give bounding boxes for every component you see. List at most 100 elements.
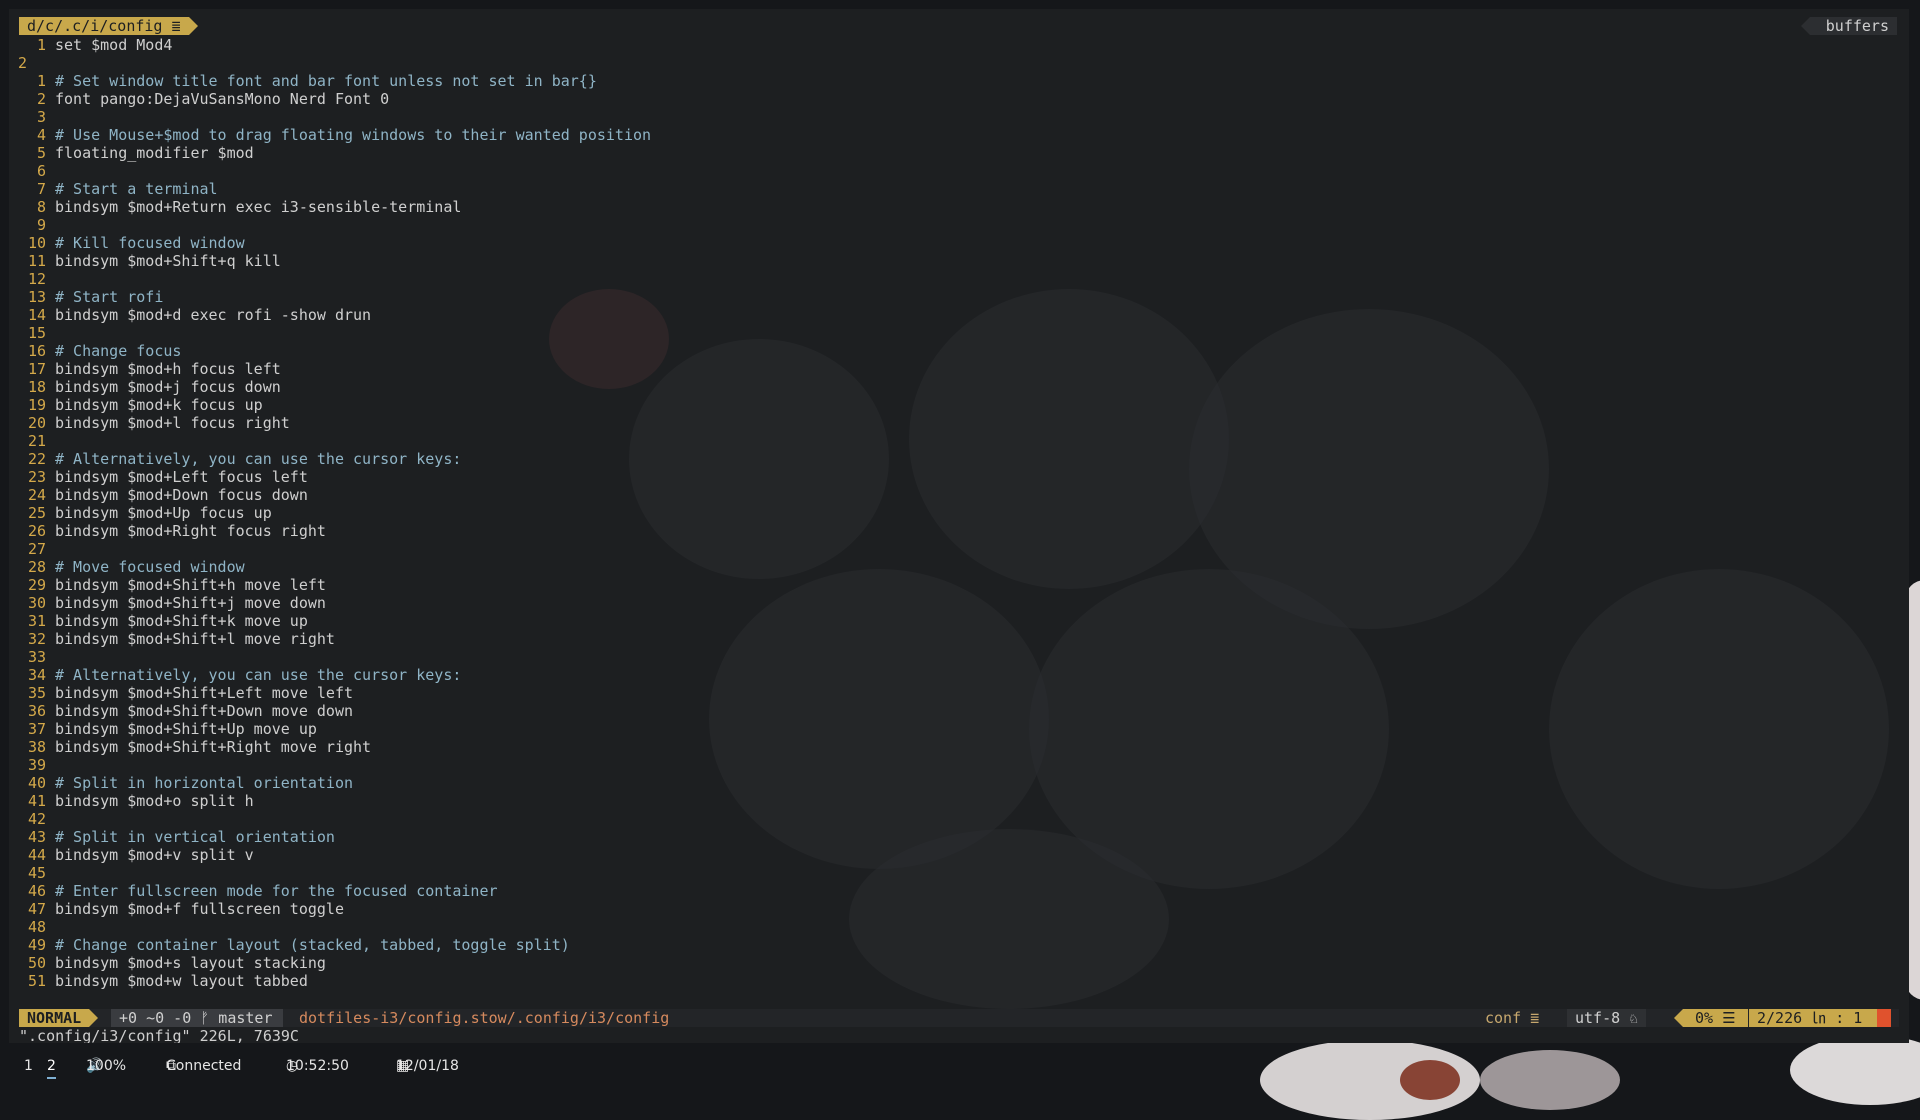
line-number: 8 — [36, 198, 46, 216]
code-text: bindsym $mod+Left focus left — [55, 468, 308, 486]
code-line[interactable]: 6 — [9, 162, 1909, 180]
code-line[interactable]: 18 bindsym $mod+j focus down — [9, 378, 1909, 396]
code-line[interactable]: 51 bindsym $mod+w layout tabbed — [9, 972, 1909, 990]
code-line[interactable]: 27 — [9, 540, 1909, 558]
line-number: 3 — [36, 108, 46, 126]
line-number: 45 — [27, 864, 46, 882]
code-text: bindsym $mod+v split v — [55, 846, 254, 864]
code-line[interactable]: 17 bindsym $mod+h focus left — [9, 360, 1909, 378]
line-number: 5 — [36, 144, 46, 162]
line-number: 36 — [27, 702, 46, 720]
tabline: d/c/.c/i/config ≣ buffers — [9, 17, 1909, 35]
code-line[interactable]: 48 — [9, 918, 1909, 936]
code-line[interactable]: 14 bindsym $mod+d exec rofi -show drun — [9, 306, 1909, 324]
comment-text: # Start rofi — [55, 288, 164, 306]
line-number: 34 — [27, 666, 46, 684]
time-value: 10:52:50 — [286, 1058, 349, 1074]
code-line[interactable]: 16 # Change focus — [9, 342, 1909, 360]
code-line[interactable]: 44 bindsym $mod+v split v — [9, 846, 1909, 864]
code-line[interactable]: 49 # Change container layout (stacked, ta… — [9, 936, 1909, 954]
code-line[interactable]: 39 — [9, 756, 1909, 774]
code-line[interactable]: 1 set $mod Mod4 — [9, 36, 1909, 54]
code-line[interactable]: 31 bindsym $mod+Shift+k move up — [9, 612, 1909, 630]
line-number: 18 — [27, 378, 46, 396]
workspace-1[interactable]: 1 — [24, 1055, 33, 1077]
terminal-window[interactable]: d/c/.c/i/config ≣ buffers 1 set $mod Mod4… — [9, 9, 1909, 1043]
code-line[interactable]: 9 — [9, 216, 1909, 234]
encoding: utf-8 ♘ — [1567, 1009, 1647, 1027]
code-line[interactable]: 36 bindsym $mod+Shift+Down move down — [9, 702, 1909, 720]
line-number: 23 — [27, 468, 46, 486]
code-text: bindsym $mod+Shift+Left move left — [55, 684, 354, 702]
wallpaper-flower — [1790, 1035, 1920, 1105]
comment-text: # Enter fullscreen mode for the focused … — [55, 882, 498, 900]
code-line[interactable]: 35 bindsym $mod+Shift+Left move left — [9, 684, 1909, 702]
code-line[interactable]: 37 bindsym $mod+Shift+Up move up — [9, 720, 1909, 738]
code-line[interactable]: 32 bindsym $mod+Shift+l move right — [9, 630, 1909, 648]
code-line[interactable]: 4 # Use Mouse+$mod to drag floating windo… — [9, 126, 1909, 144]
line-number: 6 — [36, 162, 46, 180]
line-number: 37 — [27, 720, 46, 738]
command-line[interactable]: ".config/i3/config" 226L, 7639C — [19, 1027, 299, 1043]
code-line[interactable]: 34 # Alternatively, you can use the curso… — [9, 666, 1909, 684]
code-line[interactable]: 47 bindsym $mod+f fullscreen toggle — [9, 900, 1909, 918]
code-line[interactable]: 38 bindsym $mod+Shift+Right move right — [9, 738, 1909, 756]
code-line[interactable]: 20 bindsym $mod+l focus right — [9, 414, 1909, 432]
line-number: 25 — [27, 504, 46, 522]
workspace-2[interactable]: 2 — [47, 1055, 56, 1079]
code-line[interactable]: 25 bindsym $mod+Up focus up — [9, 504, 1909, 522]
code-text: bindsym $mod+Shift+Down move down — [55, 702, 354, 720]
code-line[interactable]: 30 bindsym $mod+Shift+j move down — [9, 594, 1909, 612]
code-text: bindsym $mod+Right focus right — [55, 522, 326, 540]
code-line[interactable]: 24 bindsym $mod+Down focus down — [9, 486, 1909, 504]
code-line[interactable]: 8 bindsym $mod+Return exec i3-sensible-te… — [9, 198, 1909, 216]
code-text: bindsym $mod+Return exec i3-sensible-ter… — [55, 198, 462, 216]
code-line[interactable]: 29 bindsym $mod+Shift+h move left — [9, 576, 1909, 594]
code-line[interactable]: 19 bindsym $mod+k focus up — [9, 396, 1909, 414]
code-line[interactable]: 43 # Split in vertical orientation — [9, 828, 1909, 846]
code-line[interactable]: 45 — [9, 864, 1909, 882]
code-line[interactable]: 13 # Start rofi — [9, 288, 1909, 306]
line-number: 47 — [27, 900, 46, 918]
code-line[interactable]: 22 # Alternatively, you can use the curso… — [9, 450, 1909, 468]
line-number: 50 — [27, 954, 46, 972]
code-text: bindsym $mod+j focus down — [55, 378, 281, 396]
buffers-label[interactable]: buffers — [1800, 17, 1897, 35]
code-line[interactable]: 33 — [9, 648, 1909, 666]
code-line[interactable]: 7 # Start a terminal — [9, 180, 1909, 198]
code-line[interactable]: 2 font pango:DejaVuSansMono Nerd Font 0 — [9, 90, 1909, 108]
statusline: NORMAL +0 ~0 -0 ᚠ master dotfiles-i3/con… — [19, 1009, 1899, 1027]
code-line[interactable]: 50 bindsym $mod+s layout stacking — [9, 954, 1909, 972]
code-line[interactable]: 46 # Enter fullscreen mode for the focuse… — [9, 882, 1909, 900]
editor-buffer[interactable]: 1 set $mod Mod4 2 1 # Set window title font … — [9, 36, 1909, 990]
comment-text: # Alternatively, you can use the cursor … — [55, 666, 462, 684]
code-line[interactable]: 2 — [9, 54, 1909, 72]
line-number: 15 — [27, 324, 46, 342]
code-text: bindsym $mod+h focus left — [55, 360, 281, 378]
line-number: 40 — [27, 774, 46, 792]
code-text: bindsym $mod+Shift+h move left — [55, 576, 326, 594]
code-line[interactable]: 15 — [9, 324, 1909, 342]
code-text: bindsym $mod+l focus right — [55, 414, 290, 432]
line-number: 35 — [27, 684, 46, 702]
line-number: 29 — [27, 576, 46, 594]
code-line[interactable]: 40 # Split in horizontal orientation — [9, 774, 1909, 792]
code-line[interactable]: 10 # Kill focused window — [9, 234, 1909, 252]
current-file-tab[interactable]: d/c/.c/i/config ≣ — [19, 17, 198, 35]
line-number: 49 — [27, 936, 46, 954]
line-number: 17 — [27, 360, 46, 378]
code-line[interactable]: 26 bindsym $mod+Right focus right — [9, 522, 1909, 540]
code-line[interactable]: 21 — [9, 432, 1909, 450]
line-number: 10 — [27, 234, 46, 252]
code-line[interactable]: 23 bindsym $mod+Left focus left — [9, 468, 1909, 486]
code-line[interactable]: 28 # Move focused window — [9, 558, 1909, 576]
code-line[interactable]: 41 bindsym $mod+o split h — [9, 792, 1909, 810]
filetype: conf ≣ — [1485, 1009, 1540, 1027]
code-line[interactable]: 12 — [9, 270, 1909, 288]
code-line[interactable]: 11 bindsym $mod+Shift+q kill — [9, 252, 1909, 270]
code-line[interactable]: 1 # Set window title font and bar font un… — [9, 72, 1909, 90]
code-line[interactable]: 3 — [9, 108, 1909, 126]
code-line[interactable]: 42 — [9, 810, 1909, 828]
line-number: 32 — [27, 630, 46, 648]
code-line[interactable]: 5 floating_modifier $mod — [9, 144, 1909, 162]
